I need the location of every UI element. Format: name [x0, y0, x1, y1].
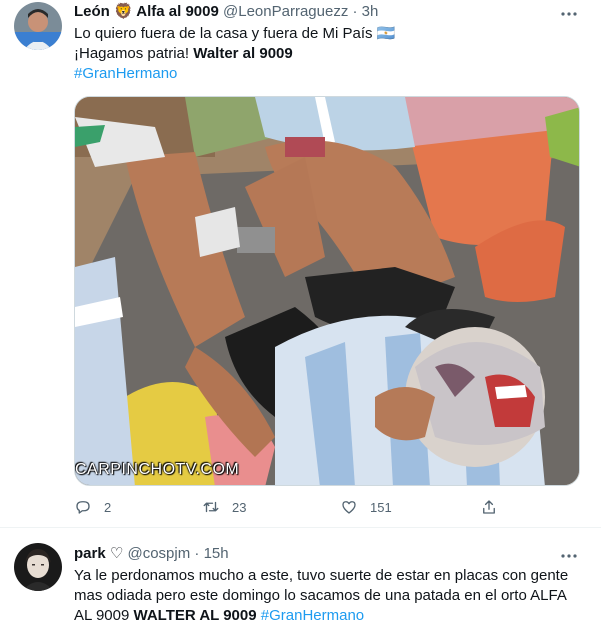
retweet-count: 23: [232, 499, 247, 515]
tweet-text: Lo quiero fuera de la casa y fuera de Mi…: [74, 24, 574, 84]
retweet-icon: [203, 501, 219, 513]
reply-count: 2: [104, 499, 112, 515]
tweet-header: León 🦁 Alfa al 9009 @LeonParraguezz · 3h: [74, 2, 378, 22]
text-line: ¡Hagamos patria! Walter al 9009: [74, 44, 574, 64]
tweet[interactable]: park ♡ @cospjm · 15h Ya le perdonamos mu…: [0, 527, 601, 635]
timestamp[interactable]: 15h: [204, 545, 229, 562]
author-handle[interactable]: @LeonParraguezz: [223, 3, 348, 20]
bold-text: Walter al 9009: [193, 45, 293, 62]
more-icon[interactable]: [559, 546, 579, 566]
text-fragment: AL 9009: [74, 607, 134, 624]
like-count: 151: [370, 499, 392, 515]
separator: ·: [194, 545, 200, 562]
avatar[interactable]: [14, 543, 62, 591]
share-icon: [483, 500, 495, 514]
reply-icon: [76, 501, 90, 514]
tweet-media[interactable]: CARPINCHOTV.COM: [74, 96, 580, 486]
author-name[interactable]: León 🦁 Alfa al 9009: [74, 3, 219, 20]
author-handle[interactable]: @cospjm: [127, 545, 190, 562]
avatar[interactable]: [14, 2, 62, 50]
reply-button[interactable]: 2: [74, 497, 111, 517]
media-image: [75, 97, 579, 485]
share-button[interactable]: [480, 497, 498, 517]
bold-text: WALTER AL 9009: [133, 607, 257, 624]
like-button[interactable]: 151: [340, 497, 392, 517]
separator: ·: [352, 3, 358, 20]
text-fragment: ¡Hagamos patria!: [74, 45, 194, 62]
like-icon: [342, 501, 356, 514]
media-watermark: CARPINCHOTV.COM: [75, 461, 240, 478]
tweet-header: park ♡ @cospjm · 15h: [74, 544, 229, 564]
tweet-actions: 2 23 151: [74, 497, 514, 517]
more-icon[interactable]: [559, 4, 579, 24]
tweet-text: Ya le perdonamos mucho a este, tuvo suer…: [74, 566, 574, 626]
tweet[interactable]: León 🦁 Alfa al 9009 @LeonParraguezz · 3h…: [0, 0, 601, 527]
text-line: Ya le perdonamos mucho a este, tuvo suer…: [74, 567, 569, 584]
text-line: AL 9009 WALTER AL 9009 #GranHermano: [74, 606, 574, 626]
author-name[interactable]: park ♡: [74, 545, 123, 562]
text-line: mas odiada pero este domingo lo sacamos …: [74, 587, 567, 604]
hashtag-link[interactable]: #GranHermano: [261, 607, 364, 624]
text-line: Lo quiero fuera de la casa y fuera de Mi…: [74, 25, 396, 42]
timestamp[interactable]: 3h: [362, 3, 379, 20]
hashtag-link[interactable]: #GranHermano: [74, 64, 574, 84]
retweet-button[interactable]: 23: [202, 497, 246, 517]
